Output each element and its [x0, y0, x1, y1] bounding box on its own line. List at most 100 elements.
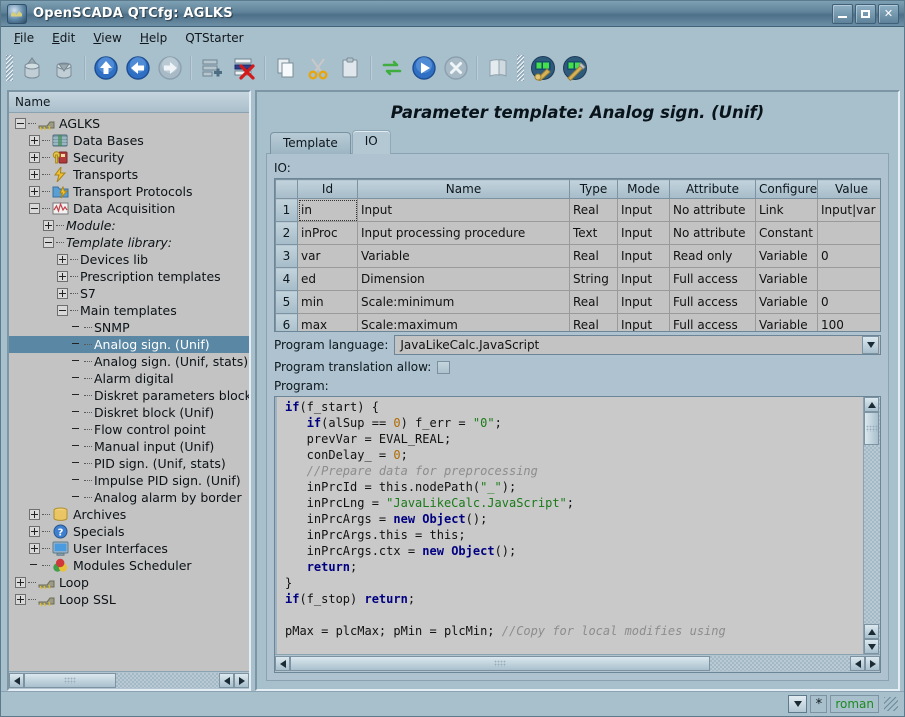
tree-node[interactable]: Data Bases	[9, 132, 249, 149]
expand-icon[interactable]	[29, 135, 40, 146]
tree-scroll-thumb[interactable]	[24, 673, 116, 688]
io-cell-configure[interactable]: Variable	[756, 291, 818, 314]
copy-icon[interactable]	[271, 53, 301, 83]
io-cell-type[interactable]: Real	[570, 245, 618, 268]
program-scroll-trough[interactable]	[290, 656, 850, 671]
expand-icon[interactable]	[57, 254, 68, 265]
collapse-icon[interactable]	[15, 118, 26, 129]
io-cell-type[interactable]: Real	[570, 199, 618, 222]
tree-scroll-left-button-2[interactable]	[219, 673, 234, 688]
tab-template[interactable]: Template	[270, 132, 351, 154]
program-hscroll-thumb[interactable]	[290, 656, 710, 671]
io-cell-type[interactable]: Real	[570, 291, 618, 314]
minimize-button[interactable]	[832, 4, 853, 24]
status-chevron-down-icon[interactable]	[788, 695, 807, 713]
window-resize-grip[interactable]	[884, 697, 898, 711]
tree-node[interactable]: Transport Protocols	[9, 183, 249, 200]
tree-node[interactable]: Diskret parameters block	[9, 387, 249, 404]
tree-node[interactable]: Transports	[9, 166, 249, 183]
maximize-button[interactable]	[855, 4, 876, 24]
io-cell-type[interactable]: String	[570, 268, 618, 291]
add-node-icon[interactable]	[197, 53, 227, 83]
program-scroll-right-button[interactable]	[865, 656, 880, 671]
start-icon[interactable]	[409, 53, 439, 83]
tree-node[interactable]: Template library:	[9, 234, 249, 251]
io-cell-attribute[interactable]: No attribute	[670, 222, 756, 245]
expand-icon[interactable]	[29, 526, 40, 537]
io-cell-id[interactable]: min	[298, 291, 358, 314]
tree-node[interactable]: Analog alarm by border	[9, 489, 249, 506]
tree-node[interactable]: Analog sign. (Unif)	[9, 336, 249, 353]
io-cell-id[interactable]: max	[298, 314, 358, 333]
program-scroll-up-button-2[interactable]	[864, 624, 879, 639]
save-to-db-icon[interactable]	[49, 53, 79, 83]
program-scroll-left-button[interactable]	[275, 656, 290, 671]
io-cell-attribute[interactable]: No attribute	[670, 199, 756, 222]
cut-icon[interactable]	[303, 53, 333, 83]
tree-node[interactable]: ?Specials	[9, 523, 249, 540]
io-cell-mode[interactable]: Input	[618, 268, 670, 291]
io-column-header[interactable]: Mode	[618, 180, 670, 199]
load-from-db-icon[interactable]	[17, 53, 47, 83]
io-cell-name[interactable]: Dimension	[358, 268, 570, 291]
qtcfg-tool-icon[interactable]	[528, 53, 558, 83]
tree-node[interactable]: Impulse PID sign. (Unif)	[9, 472, 249, 489]
table-row[interactable]: 5minScale:minimumRealInputFull accessVar…	[276, 291, 882, 314]
io-column-header[interactable]: Attribute	[670, 180, 756, 199]
tree-node[interactable]: Main templates	[9, 302, 249, 319]
go-forward-icon[interactable]	[155, 53, 185, 83]
expand-icon[interactable]	[29, 186, 40, 197]
io-table[interactable]: IdNameTypeModeAttributeConfigureValue1in…	[275, 179, 881, 332]
tree-column-header[interactable]: Name	[9, 92, 249, 113]
qtstarter-tool-icon[interactable]	[560, 53, 590, 83]
menu-help[interactable]: Help	[131, 29, 176, 47]
program-code-textarea[interactable]: if(f_start) { if(alSup == 0) f_err = "0"…	[275, 397, 863, 654]
io-cell-value[interactable]: Input|var	[818, 199, 882, 222]
tree-node[interactable]: Prescription templates	[9, 268, 249, 285]
program-vertical-scrollbar[interactable]	[863, 397, 880, 654]
program-language-select[interactable]: JavaLikeCalc.JavaScript	[394, 335, 881, 355]
io-cell-attribute[interactable]: Read only	[670, 245, 756, 268]
delete-node-icon[interactable]	[229, 53, 259, 83]
tree-node[interactable]: Devices lib	[9, 251, 249, 268]
program-scroll-down-button[interactable]	[864, 639, 879, 654]
io-cell-mode[interactable]: Input	[618, 222, 670, 245]
io-cell-name[interactable]: Scale:maximum	[358, 314, 570, 333]
go-back-icon[interactable]	[123, 53, 153, 83]
tree-node[interactable]: Loop SSL	[9, 591, 249, 608]
io-cell-value[interactable]	[818, 222, 882, 245]
collapse-icon[interactable]	[57, 305, 68, 316]
expand-icon[interactable]	[29, 543, 40, 554]
tree-node[interactable]: PID sign. (Unif, stats)	[9, 455, 249, 472]
table-row[interactable]: 3varVariableRealInputRead onlyVariable0	[276, 245, 882, 268]
io-cell-value[interactable]: 0	[818, 245, 882, 268]
tree-node[interactable]: Diskret block (Unif)	[9, 404, 249, 421]
tree-node[interactable]: Data Acquisition	[9, 200, 249, 217]
chevron-down-icon[interactable]	[862, 336, 879, 354]
tree-node[interactable]: Security	[9, 149, 249, 166]
io-column-header[interactable]: Configure	[756, 180, 818, 199]
io-cell-attribute[interactable]: Full access	[670, 291, 756, 314]
tree-node[interactable]: Manual input (Unif)	[9, 438, 249, 455]
io-cell-value[interactable]	[818, 268, 882, 291]
io-column-header[interactable]: Name	[358, 180, 570, 199]
stop-icon[interactable]	[441, 53, 471, 83]
table-row[interactable]: 1inInputRealInputNo attributeLinkInput|v…	[276, 199, 882, 222]
io-cell-configure[interactable]: Variable	[756, 268, 818, 291]
io-cell-configure[interactable]: Link	[756, 199, 818, 222]
tree-node[interactable]: Loop	[9, 574, 249, 591]
expand-icon[interactable]	[29, 152, 40, 163]
close-button[interactable]: ✕	[878, 4, 899, 24]
io-cell-mode[interactable]: Input	[618, 291, 670, 314]
io-cell-mode[interactable]: Input	[618, 314, 670, 333]
io-cell-type[interactable]: Real	[570, 314, 618, 333]
io-column-header[interactable]	[276, 180, 298, 199]
program-scroll-left-button-2[interactable]	[850, 656, 865, 671]
tree-node[interactable]: Archives	[9, 506, 249, 523]
refresh-icon[interactable]	[377, 53, 407, 83]
io-column-header[interactable]: Type	[570, 180, 618, 199]
table-row[interactable]: 6maxScale:maximumRealInputFull accessVar…	[276, 314, 882, 333]
expand-icon[interactable]	[15, 594, 26, 605]
io-cell-name[interactable]: Variable	[358, 245, 570, 268]
menu-qtstarter[interactable]: QTStarter	[176, 29, 252, 47]
